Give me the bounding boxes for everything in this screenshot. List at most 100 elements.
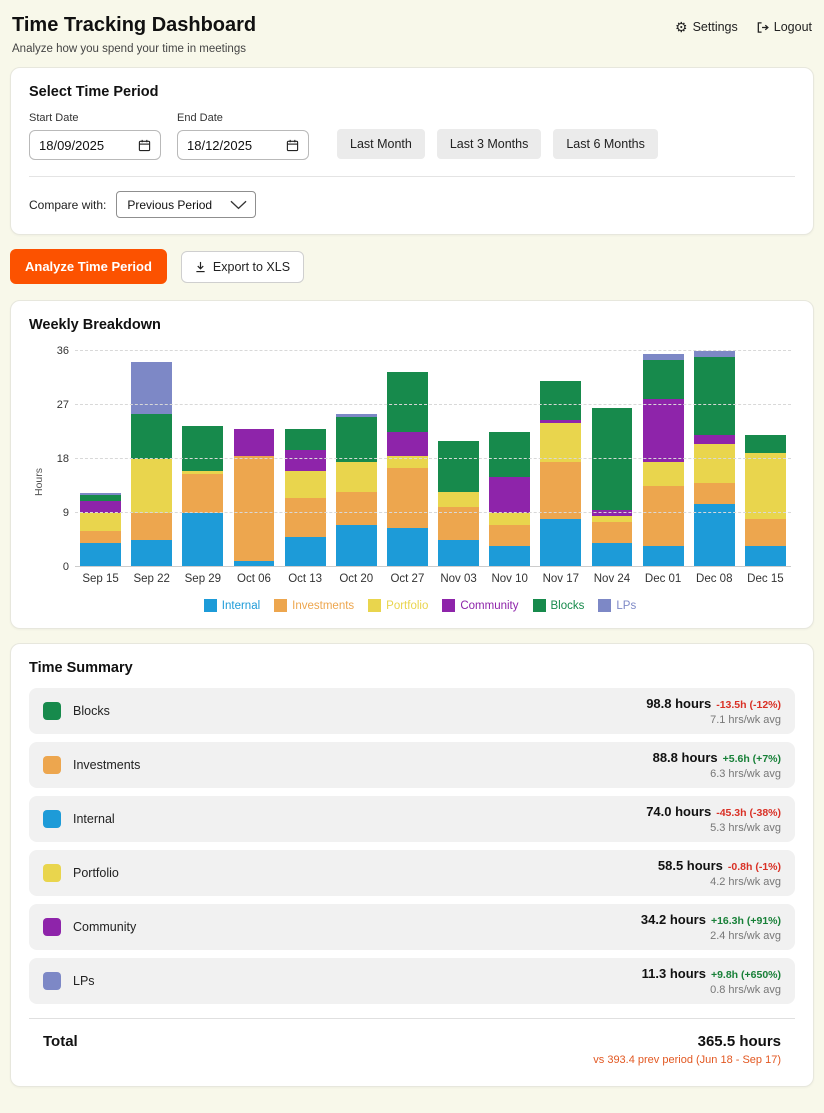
delta-badge: -0.8h (-1%) [727, 861, 781, 873]
bar-segment-community[interactable] [642, 399, 684, 462]
legend-item-internal[interactable]: Internal [203, 599, 260, 612]
bar-segment-investments[interactable] [182, 474, 224, 513]
stacked-bar-dec-01[interactable] [642, 354, 684, 567]
bar-segment-investments[interactable] [642, 486, 684, 546]
summary-row-left: Portfolio [43, 864, 119, 882]
category-name: Investments [73, 758, 141, 772]
bar-segment-investments[interactable] [335, 492, 377, 525]
bar-segment-internal[interactable] [386, 528, 428, 567]
bar-segment-community[interactable] [386, 432, 428, 456]
calendar-icon[interactable] [138, 139, 151, 152]
calendar-icon[interactable] [286, 139, 299, 152]
bar-segment-blocks[interactable] [540, 381, 582, 420]
bar-segment-internal[interactable] [438, 540, 479, 567]
bar-segment-internal[interactable] [540, 519, 582, 567]
bar-segment-portfolio[interactable] [131, 459, 173, 513]
bar-segment-portfolio[interactable] [642, 462, 684, 486]
bar-slot [433, 351, 484, 567]
bar-segment-blocks[interactable] [131, 414, 173, 459]
bar-segment-blocks[interactable] [744, 435, 786, 453]
settings-button[interactable]: ⚙ Settings [675, 20, 738, 34]
bar-segment-portfolio[interactable] [335, 462, 377, 492]
bar-segment-investments[interactable] [233, 456, 275, 561]
analyze-time-period-button[interactable]: Analyze Time Period [10, 249, 167, 284]
hours-value: 98.8 hours [646, 696, 712, 711]
summary-row-investments: Investments 88.8 hours +5.6h (+7%) 6.3 hrs/… [29, 742, 795, 788]
bar-segment-investments[interactable] [693, 483, 735, 504]
stacked-bar-sep-22[interactable] [131, 361, 173, 567]
bar-segment-investments[interactable] [386, 468, 428, 528]
bar-segment-internal[interactable] [335, 525, 377, 567]
bar-segment-investments[interactable] [744, 519, 786, 546]
gridline [75, 458, 791, 459]
end-date-field: End Date 18/12/2025 [177, 112, 309, 160]
compare-select[interactable]: Previous Period [116, 191, 257, 218]
bar-segment-portfolio[interactable] [540, 423, 582, 462]
bar-segment-blocks[interactable] [386, 372, 428, 432]
stacked-bar-nov-17[interactable] [540, 381, 582, 567]
start-date-input[interactable]: 18/09/2025 [29, 130, 161, 160]
bar-segment-community[interactable] [489, 477, 531, 513]
bar-segment-portfolio[interactable] [284, 471, 326, 498]
category-color-swatch [43, 756, 61, 774]
bar-segment-internal[interactable] [693, 504, 735, 567]
bar-segment-community[interactable] [693, 435, 735, 444]
legend-item-community[interactable]: Community [442, 599, 519, 612]
stacked-bar-dec-15[interactable] [744, 435, 786, 567]
bar-segment-internal[interactable] [80, 543, 122, 567]
bar-segment-investments[interactable] [131, 513, 173, 540]
bar-segment-internal[interactable] [744, 546, 786, 567]
end-date-input[interactable]: 18/12/2025 [177, 130, 309, 160]
bar-segment-blocks[interactable] [438, 441, 479, 492]
bar-segment-internal[interactable] [642, 546, 684, 567]
bar-segment-lps[interactable] [131, 361, 173, 414]
legend-item-investments[interactable]: Investments [274, 599, 354, 612]
bar-segment-portfolio[interactable] [438, 492, 479, 507]
bar-segment-blocks[interactable] [489, 432, 531, 477]
bar-segment-internal[interactable] [131, 540, 173, 567]
stacked-bar-sep-15[interactable] [80, 493, 122, 567]
stacked-bar-nov-24[interactable] [591, 408, 633, 567]
bar-segment-internal[interactable] [489, 546, 531, 567]
bar-segment-portfolio[interactable] [80, 513, 122, 531]
bar-segment-investments[interactable] [284, 498, 326, 537]
header-text: Time Tracking Dashboard Analyze how you … [12, 14, 256, 55]
bar-segment-blocks[interactable] [182, 426, 224, 471]
bar-segment-blocks[interactable] [642, 360, 684, 399]
bar-segment-investments[interactable] [80, 531, 122, 543]
bar-segment-blocks[interactable] [591, 408, 633, 510]
stacked-bar-nov-03[interactable] [438, 441, 479, 567]
bar-segment-blocks[interactable] [693, 357, 735, 435]
summary-row-internal: Internal 74.0 hours -45.3h (-38%) 5.3 hrs/w… [29, 796, 795, 842]
stacked-bar-oct-13[interactable] [284, 429, 326, 567]
export-to-xls-button[interactable]: Export to XLS [180, 250, 305, 283]
bar-segment-community[interactable] [233, 429, 275, 456]
bar-segment-portfolio[interactable] [489, 513, 531, 525]
bar-segment-blocks[interactable] [284, 429, 326, 450]
stacked-bar-nov-10[interactable] [489, 432, 531, 567]
last-3-months-button[interactable]: Last 3 Months [436, 129, 542, 159]
last-6-months-button[interactable]: Last 6 Months [553, 129, 658, 159]
bar-segment-internal[interactable] [591, 543, 633, 567]
bar-segment-investments[interactable] [540, 462, 582, 519]
bar-segment-investments[interactable] [489, 525, 531, 546]
bar-segment-portfolio[interactable] [693, 444, 735, 483]
bar-segment-internal[interactable] [284, 537, 326, 567]
category-color-swatch [43, 810, 61, 828]
legend-item-lps[interactable]: LPs [598, 599, 636, 612]
bar-segment-investments[interactable] [591, 522, 633, 543]
stacked-bar-sep-29[interactable] [182, 426, 224, 567]
bar-slot [126, 351, 177, 567]
logout-button[interactable]: Logout [756, 20, 812, 34]
legend-item-blocks[interactable]: Blocks [532, 599, 584, 612]
legend-item-portfolio[interactable]: Portfolio [368, 599, 428, 612]
bar-segment-portfolio[interactable] [744, 453, 786, 519]
bar-segment-blocks[interactable] [335, 417, 377, 462]
last-month-button[interactable]: Last Month [337, 129, 425, 159]
stacked-bar-oct-27[interactable] [386, 372, 428, 567]
bar-segment-community[interactable] [284, 450, 326, 471]
stacked-bar-oct-06[interactable] [233, 429, 275, 567]
bar-segment-internal[interactable] [182, 513, 224, 567]
stacked-bar-dec-08[interactable] [693, 351, 735, 567]
stacked-bar-oct-20[interactable] [335, 414, 377, 567]
